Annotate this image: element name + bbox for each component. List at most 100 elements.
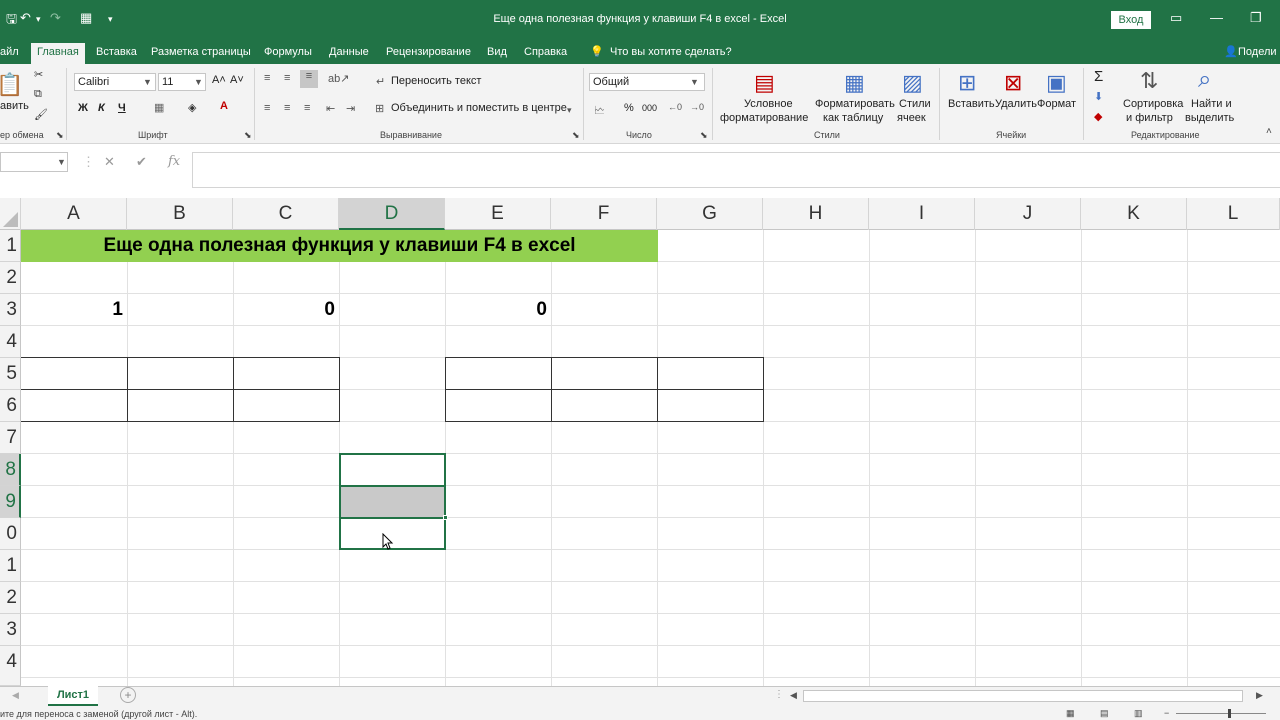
align-bottom-icon[interactable]: ≡ [300,70,318,88]
column-header-j[interactable]: J [975,198,1081,230]
tab-insert[interactable]: Вставка [90,43,143,64]
paste-button[interactable]: авить [0,100,29,112]
row-header-8[interactable]: 8 [0,454,21,486]
wrap-text-button[interactable]: Переносить текст [391,75,481,87]
thousands-button[interactable]: 000 [642,103,657,113]
select-all-corner[interactable] [0,198,21,230]
sheet-title-cell[interactable]: Еще одна полезная функция у клавиши F4 в… [21,230,658,262]
sort-filter-button[interactable]: Сортировка [1123,98,1183,110]
login-button[interactable]: Вход [1111,11,1151,29]
tab-help[interactable]: Справка [518,43,573,64]
align-middle-icon[interactable]: ≡ [284,72,290,84]
sheet-tab-1[interactable]: Лист1 [48,686,98,706]
tab-page-layout[interactable]: Разметка страницы [145,43,257,64]
borders-icon[interactable]: ▦ [154,101,164,114]
fill-color-icon[interactable]: ◈ [188,101,196,114]
horizontal-scrollbar[interactable] [803,690,1243,702]
column-header-g[interactable]: G [657,198,763,230]
format-cells-button[interactable]: Формат [1037,98,1076,110]
italic-button[interactable]: К [98,102,105,114]
row-header-6[interactable]: 6 [0,390,21,422]
column-header-h[interactable]: H [763,198,869,230]
conditional-format-button[interactable]: Условное [744,98,793,110]
row-header-12[interactable]: 2 [0,582,21,614]
find-select-button[interactable]: Найти и [1191,98,1232,110]
number-format-select[interactable]: Общий [589,73,705,91]
column-header-a[interactable]: A [21,198,127,230]
scroll-left-icon[interactable]: ◀ [790,690,797,701]
decrease-indent-icon[interactable]: ⇤ [326,102,335,115]
column-header-l[interactable]: L [1187,198,1280,230]
add-sheet-button[interactable]: + [120,687,136,703]
sort-filter-button-line2[interactable]: и фильтр [1126,112,1173,124]
cell-c3[interactable]: 0 [233,294,339,326]
row-header-11[interactable]: 1 [0,550,21,582]
page-layout-view-icon[interactable]: ▤ [1100,708,1109,719]
percent-button[interactable]: % [624,102,634,114]
cell-a3[interactable]: 1 [21,294,127,326]
column-header-e[interactable]: E [445,198,551,230]
increase-indent-icon[interactable]: ⇥ [346,102,355,115]
collapse-ribbon-icon[interactable]: ˄ [1266,126,1272,137]
tab-view[interactable]: Вид [481,43,513,64]
align-center-icon[interactable]: ≡ [284,102,290,114]
column-header-f[interactable]: F [551,198,657,230]
align-right-icon[interactable]: ≡ [304,102,310,114]
column-header-b[interactable]: B [127,198,233,230]
font-color-icon[interactable]: A [220,100,228,112]
confirm-entry-icon[interactable]: ✔ [136,154,147,170]
cancel-entry-icon[interactable]: ✕ [104,154,115,170]
row-header-1[interactable]: 1 [0,230,21,262]
align-left-icon[interactable]: ≡ [264,102,270,114]
normal-view-icon[interactable]: ▦ [1066,708,1075,719]
zoom-slider-thumb[interactable] [1228,709,1231,718]
insert-cells-button[interactable]: Вставить [948,98,995,110]
paste-icon[interactable]: 📋 [0,72,23,98]
minimize-icon[interactable]: — [1210,10,1223,25]
format-painter-icon[interactable]: 🖌 [34,108,48,121]
tell-me-search[interactable]: Что вы хотите сделать? [604,43,738,64]
clear-icon[interactable]: ◆ [1094,110,1102,123]
cell-e3[interactable]: 0 [445,294,551,326]
currency-format-icon[interactable]: 🗠 [594,102,605,121]
cell-styles-button[interactable]: Стили [899,98,931,110]
share-button[interactable]: Подели [1232,43,1280,64]
orientation-icon[interactable]: ab↗ [328,72,349,85]
bold-button[interactable]: Ж [78,102,88,114]
row-header-4[interactable]: 4 [0,326,21,358]
align-top-icon[interactable]: ≡ [264,72,270,84]
grow-font-icon[interactable]: A˄ [212,74,226,86]
active-selection[interactable] [339,485,446,519]
underline-button[interactable]: Ч [118,102,126,114]
row-header-5[interactable]: 5 [0,358,21,390]
conditional-format-button-line2[interactable]: форматирование [720,112,808,124]
zoom-out-icon[interactable]: − [1164,708,1169,718]
delete-cells-button[interactable]: Удалить [995,98,1037,110]
clipboard-launcher-icon[interactable]: ⬊ [56,130,64,141]
column-header-i[interactable]: I [869,198,975,230]
insert-function-icon[interactable]: fx [168,154,180,169]
restore-icon[interactable]: ❐ [1250,10,1262,26]
fill-handle[interactable] [443,515,448,520]
formula-input[interactable] [192,152,1280,188]
cell-styles-button-line2[interactable]: ячеек [897,112,926,124]
prev-sheet-icon[interactable]: ◀ [12,690,19,701]
autosum-icon[interactable]: Σ [1094,68,1103,85]
row-header-10[interactable]: 0 [0,518,21,550]
tab-data[interactable]: Данные [323,43,375,64]
font-launcher-icon[interactable]: ⬊ [244,130,252,141]
alignment-launcher-icon[interactable]: ⬊ [572,130,580,141]
zoom-slider[interactable] [1176,713,1266,714]
tab-formulas[interactable]: Формулы [258,43,318,64]
format-as-table-button-line2[interactable]: как таблицу [823,112,883,124]
row-header-2[interactable]: 2 [0,262,21,294]
decrease-decimal-icon[interactable]: →0 [690,102,704,112]
tab-home[interactable]: Главная [31,43,85,64]
column-header-d[interactable]: D [339,198,445,230]
page-break-view-icon[interactable]: ▥ [1134,708,1143,719]
row-header-3[interactable]: 3 [0,294,21,326]
cut-icon[interactable]: ✂ [34,68,43,81]
row-header-14[interactable]: 4 [0,646,21,686]
copy-icon[interactable]: ⧉ [34,88,42,101]
tab-review[interactable]: Рецензирование [380,43,477,64]
